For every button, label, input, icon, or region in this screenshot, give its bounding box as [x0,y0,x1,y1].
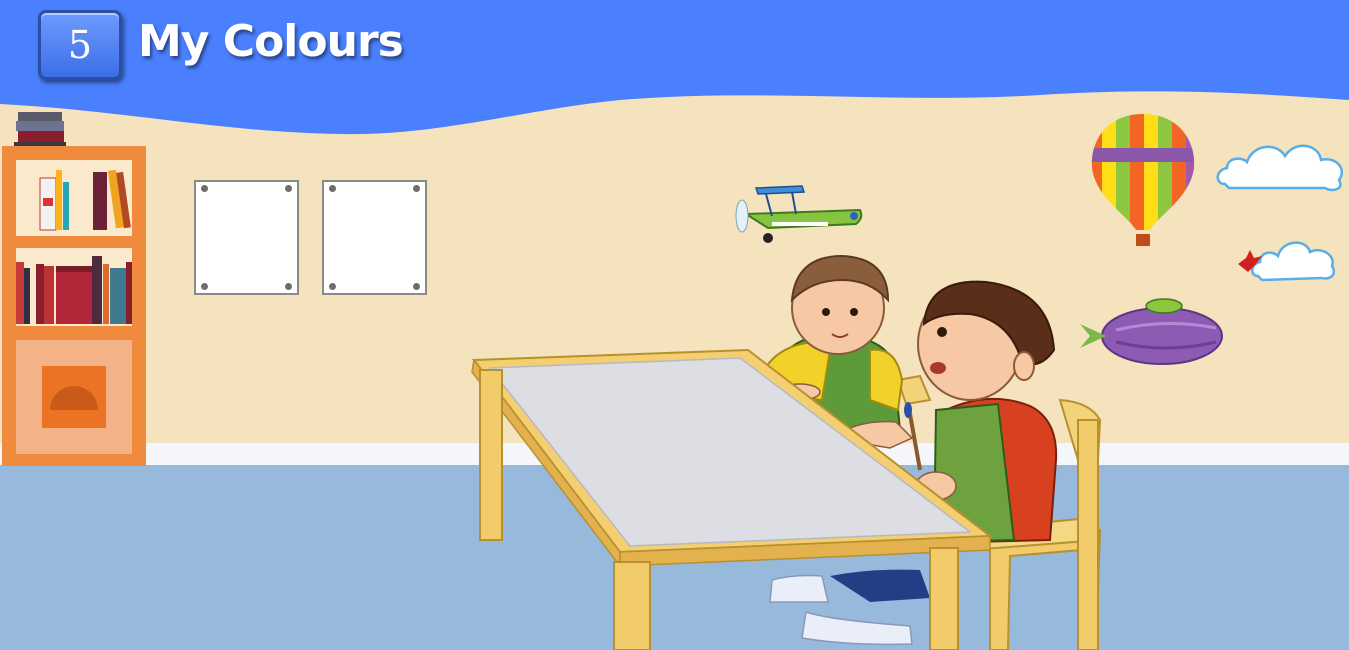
picture-frame-right [322,180,427,295]
painting-table-scene [471,254,1102,650]
hot-air-balloon-icon [1091,114,1195,246]
bookshelf-icon [2,112,146,466]
unit-number-badge: 5 [38,10,122,80]
classroom-scene: 5 My Colours [0,0,1349,650]
cloud-icon [1216,144,1344,192]
unit-number: 5 [67,23,93,67]
bird-icon [1238,250,1262,272]
picture-frame-left [194,180,299,295]
unit-title: My Colours [138,16,404,67]
airplane-icon [735,185,863,243]
